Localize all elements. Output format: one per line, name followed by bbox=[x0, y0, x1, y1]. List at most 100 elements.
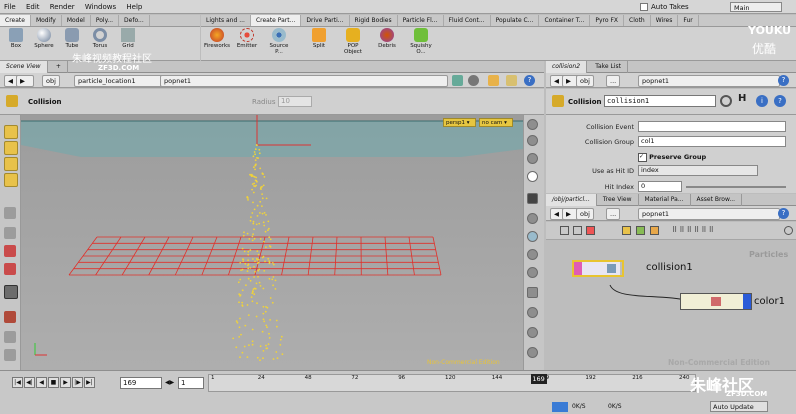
path-obj[interactable]: obj bbox=[42, 75, 60, 87]
tab-take-list[interactable]: Take List bbox=[589, 61, 628, 73]
camera-icon[interactable] bbox=[4, 331, 16, 343]
tab-tree-view[interactable]: Tree View bbox=[597, 194, 639, 206]
snap-icon[interactable] bbox=[4, 311, 16, 323]
shelf-tab-fluid-containers[interactable]: Fluid Cont... bbox=[444, 15, 491, 26]
tab-scene-view[interactable]: Scene View bbox=[0, 61, 48, 73]
menu-render[interactable]: Render bbox=[46, 0, 79, 14]
arrow-select-icon[interactable] bbox=[4, 207, 16, 219]
camera-menu[interactable]: no cam ▾ bbox=[479, 118, 513, 127]
step-forward-icon[interactable]: |▶ bbox=[72, 377, 83, 388]
menu-file[interactable]: File bbox=[0, 0, 20, 14]
tool-squishy[interactable]: Squishy O... bbox=[407, 28, 435, 55]
shading-icon[interactable] bbox=[527, 171, 538, 182]
param-help-icon[interactable]: ? bbox=[778, 75, 789, 86]
tool-tube[interactable]: Tube bbox=[58, 28, 86, 49]
handle-icon[interactable] bbox=[4, 157, 18, 171]
auto-takes-checkbox[interactable] bbox=[640, 3, 648, 11]
node-color1-label[interactable]: color1 bbox=[754, 296, 785, 307]
snapshot-icon[interactable] bbox=[506, 75, 517, 86]
net-help-icon[interactable]: ? bbox=[778, 208, 789, 219]
shelf-tab-fur[interactable]: Fur bbox=[678, 15, 699, 26]
display-flag[interactable] bbox=[743, 294, 751, 309]
tab-material-palette[interactable]: Material Pa... bbox=[639, 194, 691, 206]
shelf-tab-cloth[interactable]: Cloth bbox=[624, 15, 651, 26]
environment-icon[interactable] bbox=[527, 231, 538, 242]
shelf-tab-create[interactable]: Create bbox=[0, 15, 31, 26]
tool-source-particles[interactable]: Source P... bbox=[265, 28, 293, 55]
node-color1[interactable] bbox=[680, 293, 752, 310]
wireframe-icon[interactable] bbox=[527, 153, 538, 164]
display-icon[interactable] bbox=[4, 349, 16, 361]
shelf-tab-poly[interactable]: Poly... bbox=[91, 15, 120, 26]
network-editor[interactable]: ⠿ ⠿ ⠿ ⠿ ⠿ ⠿ Particles collision1 color1 … bbox=[546, 222, 796, 370]
param-path-obj[interactable]: obj bbox=[576, 75, 594, 87]
shelf-tab-model[interactable]: Model bbox=[62, 15, 91, 26]
net-path-node[interactable]: popnet1 bbox=[638, 208, 780, 220]
shelf-tab-particle-fluids[interactable]: Particle Fl... bbox=[398, 15, 444, 26]
history-icon[interactable]: H bbox=[738, 93, 746, 104]
path-particle-location[interactable]: particle_location1 bbox=[74, 75, 166, 87]
shelf-tab-rigid-bodies[interactable]: Rigid Bodies bbox=[350, 15, 398, 26]
radius-field[interactable]: 10 bbox=[278, 96, 312, 107]
shelf-tab-container-tools[interactable]: Container T... bbox=[539, 15, 591, 26]
tool-debris[interactable]: Debris bbox=[373, 28, 401, 49]
perspective-menu[interactable]: persp1 ▾ bbox=[443, 118, 476, 127]
select-icon[interactable] bbox=[4, 125, 18, 139]
go-to-start-icon[interactable]: |◀ bbox=[12, 377, 23, 388]
view-icon[interactable] bbox=[4, 141, 18, 155]
pin-icon[interactable] bbox=[452, 75, 463, 86]
hit-index-slider[interactable] bbox=[686, 186, 786, 188]
hit-index-field[interactable]: 0 bbox=[638, 181, 682, 192]
go-to-end-icon[interactable]: ▶| bbox=[84, 377, 95, 388]
net-path-obj[interactable]: obj bbox=[576, 208, 594, 220]
camera-view-icon[interactable] bbox=[527, 193, 538, 204]
shelf-tab-drive-particles[interactable]: Drive Parti... bbox=[301, 15, 350, 26]
shelf-tab-modify[interactable]: Modify bbox=[31, 15, 62, 26]
grid-toggle-icon[interactable] bbox=[527, 287, 538, 298]
node-info-icon[interactable]: i bbox=[756, 95, 768, 107]
move-icon[interactable] bbox=[4, 227, 16, 239]
collision-group-field[interactable]: col1 bbox=[638, 136, 786, 147]
tool-torus[interactable]: Torus bbox=[86, 28, 114, 49]
shelf-tab-lights[interactable]: Lights and ... bbox=[201, 15, 251, 26]
step-field[interactable]: 1 bbox=[178, 377, 204, 389]
param-path-node[interactable]: popnet1 bbox=[638, 75, 780, 87]
display-options-icon[interactable] bbox=[527, 119, 538, 130]
collision-event-field[interactable] bbox=[638, 121, 786, 132]
auto-update-select[interactable]: Auto Update bbox=[710, 401, 768, 412]
tool-box[interactable]: Box bbox=[2, 28, 30, 49]
node-collision1[interactable] bbox=[572, 260, 624, 277]
frame-field[interactable]: 169 bbox=[120, 377, 162, 389]
shelf-tab-pyro-fx[interactable]: Pyro FX bbox=[590, 15, 625, 26]
play-reverse-icon[interactable]: ◀ bbox=[36, 377, 47, 388]
shelf-tab-create-particles[interactable]: Create Part... bbox=[250, 15, 302, 26]
timeline-playhead[interactable]: 169 bbox=[530, 374, 547, 384]
tool-split[interactable]: Split bbox=[305, 28, 333, 49]
rotate-icon[interactable] bbox=[4, 245, 16, 257]
light-icon[interactable] bbox=[527, 213, 538, 224]
viewport[interactable]: persp1 ▾ no cam ▾ Non-Commercial Edition bbox=[21, 115, 523, 370]
timeline-ruler[interactable]: 124487296120144169192216240 169 bbox=[208, 374, 696, 392]
param-path-ellipsis[interactable]: ... bbox=[606, 75, 621, 87]
tool-help-icon[interactable] bbox=[527, 347, 538, 358]
gear-icon[interactable] bbox=[720, 95, 732, 107]
lock-icon[interactable] bbox=[488, 75, 499, 86]
pose-icon[interactable] bbox=[4, 173, 18, 187]
hit-id-select[interactable]: index bbox=[638, 165, 758, 176]
stereo-icon[interactable] bbox=[527, 307, 538, 318]
stop-icon[interactable]: ■ bbox=[48, 377, 59, 388]
add-tab-icon[interactable]: + bbox=[50, 61, 68, 73]
preserve-group-checkbox[interactable]: ✓ bbox=[638, 152, 647, 162]
transform-icon[interactable] bbox=[4, 285, 18, 299]
step-arrows-icon[interactable]: ◀▶ bbox=[165, 377, 175, 389]
menu-edit[interactable]: Edit bbox=[22, 0, 44, 14]
tool-grid[interactable]: Grid bbox=[114, 28, 142, 49]
tab-asset-browser[interactable]: Asset Brow... bbox=[691, 194, 743, 206]
node-name-field[interactable]: collision1 bbox=[604, 95, 716, 107]
tool-emitter[interactable]: Emitter bbox=[233, 28, 261, 49]
forward-icon[interactable]: ▶ bbox=[16, 75, 34, 87]
node-bypass-flag[interactable] bbox=[574, 262, 582, 275]
pin-view-icon[interactable] bbox=[527, 327, 538, 338]
ghost-icon[interactable] bbox=[527, 135, 538, 146]
tab-parameters[interactable]: collision2 bbox=[546, 61, 588, 73]
